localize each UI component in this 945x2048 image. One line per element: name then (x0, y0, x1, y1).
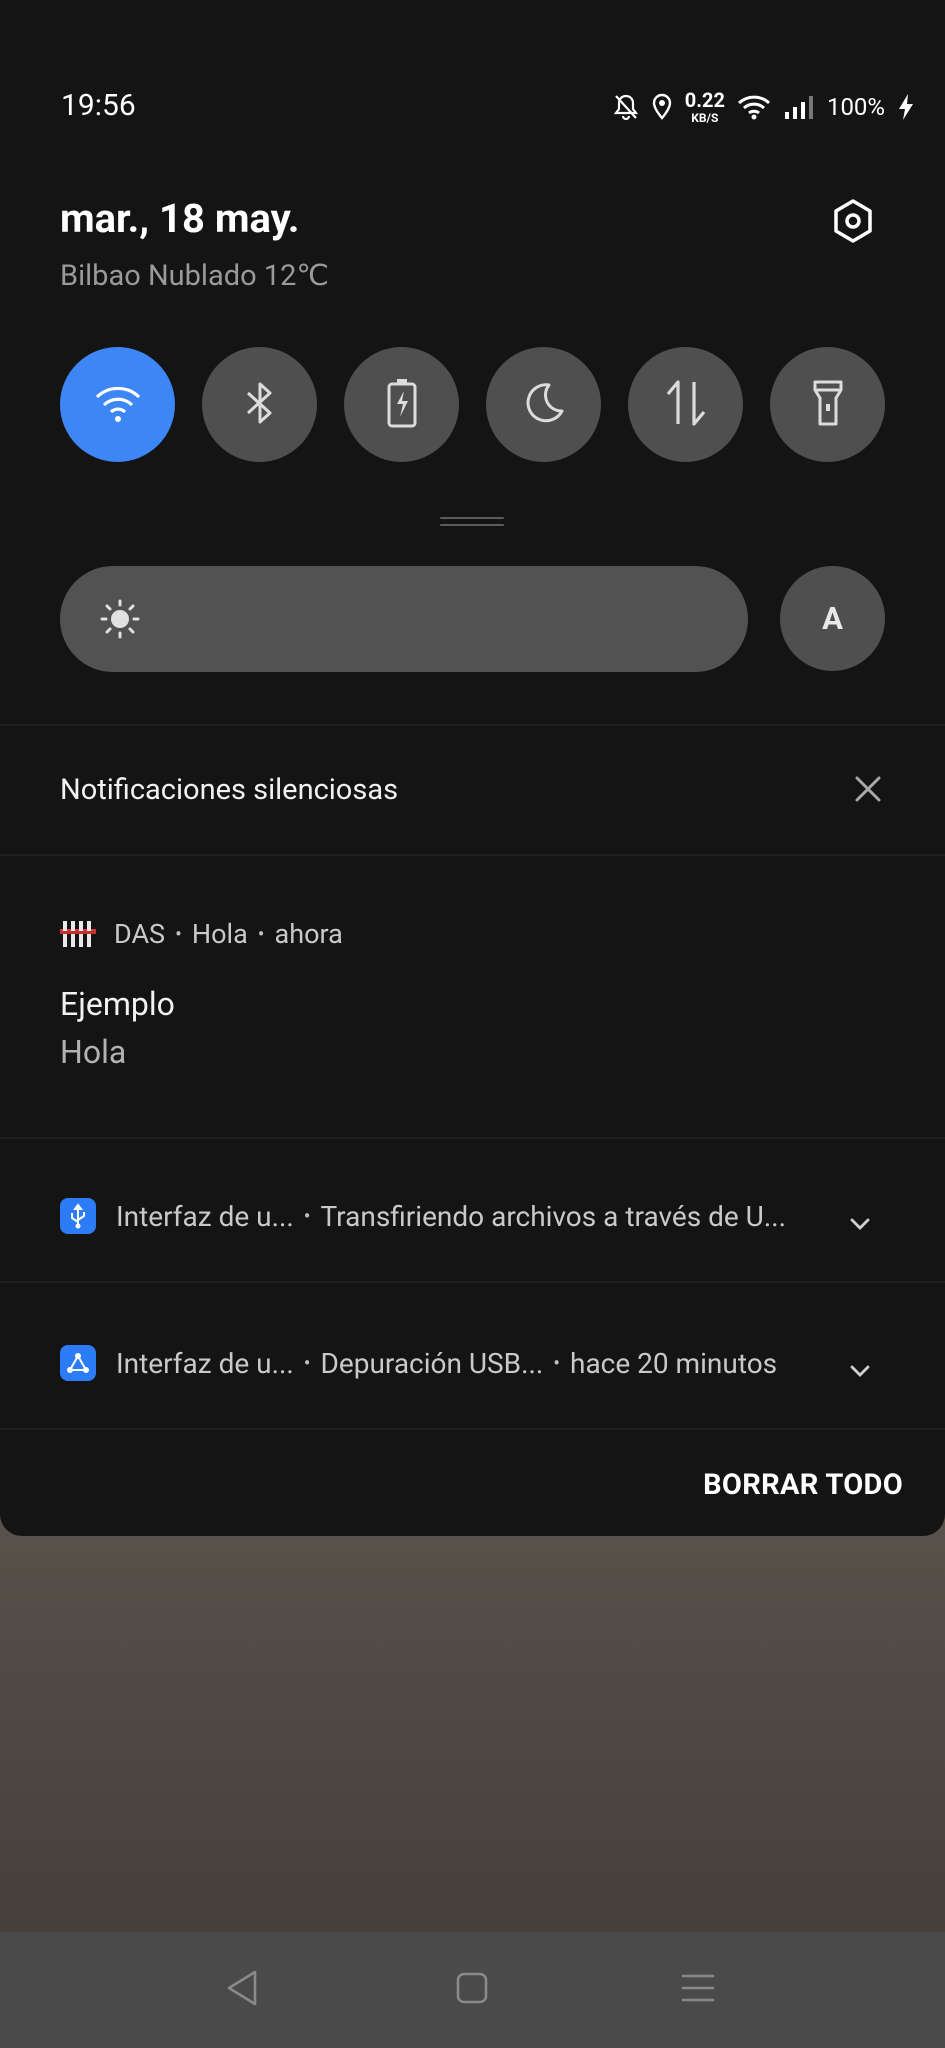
notification-app-name: Interfaz de u... (116, 1199, 294, 1233)
notification-text: Transfiriendo archivos a través de U... (320, 1199, 787, 1233)
tile-flashlight[interactable] (770, 347, 885, 462)
notification-header: DAS • Hola • ahora (60, 918, 343, 950)
sun-icon (100, 599, 140, 643)
wifi-icon (93, 381, 143, 429)
silent-notifications-title: Notificaciones silenciosas (60, 773, 399, 807)
notification-text: Depuración USB... (320, 1346, 544, 1380)
notification-shade: 19:56 0.22 KB/S 100% mar., 18 may. Bilba… (0, 0, 945, 1536)
home-button[interactable] (452, 1970, 492, 2010)
auto-brightness-button[interactable]: A (780, 566, 885, 671)
expand-handle[interactable] (440, 517, 504, 527)
wifi-icon (737, 93, 771, 121)
divider (0, 854, 945, 856)
notification-app-name: Interfaz de u... (116, 1346, 294, 1380)
net-speed: 0.22 KB/S (684, 88, 725, 125)
battery-percent: 100% (826, 93, 885, 121)
data-arrows-icon (664, 378, 708, 432)
divider (0, 1428, 945, 1430)
weather[interactable]: Bilbao Nublado 12℃ (60, 258, 329, 293)
date: mar., 18 may. (60, 195, 300, 242)
battery-charging-icon (386, 377, 418, 433)
usb-icon (60, 1198, 96, 1234)
notification-subtitle: Hola (191, 918, 248, 950)
tile-mobile-data[interactable] (628, 347, 743, 462)
status-time: 19:56 (61, 88, 136, 123)
notification-text: Hola (60, 1033, 127, 1071)
quick-settings-tiles (60, 347, 885, 462)
flashlight-icon (811, 378, 845, 432)
divider (0, 1281, 945, 1283)
moon-icon (521, 380, 567, 430)
gear-icon (829, 197, 877, 249)
notification-time: ahora (274, 918, 343, 950)
signal-icon (783, 94, 815, 120)
back-icon (225, 1969, 259, 2011)
back-button[interactable] (222, 1970, 262, 2010)
location-icon (651, 93, 673, 121)
tile-bluetooth[interactable] (202, 347, 317, 462)
tile-dark-mode[interactable] (486, 347, 601, 462)
navigation-bar (0, 1932, 945, 2048)
close-icon[interactable] (853, 774, 883, 808)
usb-debug-icon (60, 1345, 96, 1381)
wallpaper (0, 1500, 945, 1932)
settings-button[interactable] (825, 195, 881, 251)
tile-wifi[interactable] (60, 347, 175, 462)
chevron-down-icon[interactable] (849, 1206, 871, 1239)
bell-off-icon (613, 93, 639, 121)
tile-battery-saver[interactable] (344, 347, 459, 462)
menu-icon (680, 1972, 716, 2008)
das-app-icon (60, 919, 96, 949)
notification-title: Ejemplo (60, 985, 175, 1023)
charging-bolt-icon (897, 93, 915, 121)
recents-button[interactable] (678, 1970, 718, 2010)
notification-app-name: DAS (114, 918, 166, 950)
clear-all-button[interactable]: BORRAR TODO (703, 1468, 903, 1502)
divider (0, 1137, 945, 1139)
notification-usb-transfer[interactable]: Interfaz de u... • Transfiriendo archivo… (60, 1198, 885, 1234)
status-icons: 0.22 KB/S 100% (613, 90, 915, 124)
notification-usb-debug[interactable]: Interfaz de u... • Depuración USB... • h… (60, 1345, 885, 1381)
home-icon (455, 1971, 489, 2009)
brightness-slider[interactable] (60, 566, 748, 672)
notification-time: hace 20 minutos (570, 1346, 778, 1380)
bluetooth-icon (242, 379, 278, 431)
chevron-down-icon[interactable] (849, 1353, 871, 1386)
divider (0, 724, 945, 726)
